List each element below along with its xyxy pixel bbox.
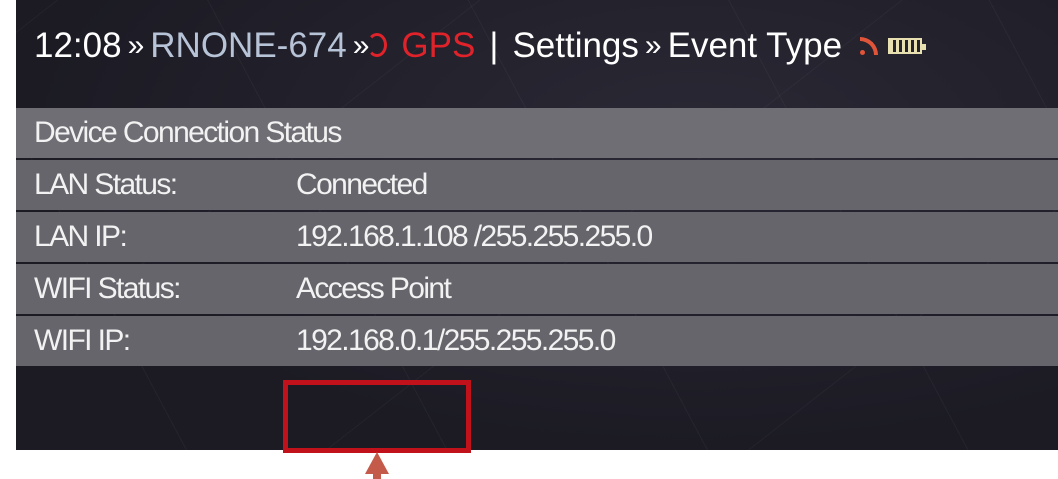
pointer-arrow-icon — [365, 452, 389, 479]
wifi-ip-highlight-box — [283, 380, 471, 453]
row-label: WIFI Status: — [34, 272, 181, 305]
device-screen: 12:08 » RNONE-674 » GPS | Settings » Eve… — [16, 0, 1058, 450]
row-label: WIFI IP: — [34, 324, 131, 357]
table-row-wifi-status: WIFI Status: Access Point — [16, 264, 1058, 314]
row-value: 192.168.1.108 /255.255.255.0 — [296, 220, 653, 253]
row-value: 192.168.0.1/255.255.255.0 — [296, 324, 616, 357]
breadcrumb-separator: » — [644, 29, 662, 62]
breadcrumb-event-type[interactable]: Event Type — [668, 26, 842, 66]
breadcrumb-settings[interactable]: Settings — [512, 26, 638, 66]
breadcrumb-separator: » — [127, 29, 145, 62]
gps-icon — [367, 33, 391, 59]
row-value: Connected — [296, 168, 428, 201]
row-label: LAN IP: — [34, 220, 128, 253]
table-row-wifi-ip: WIFI IP: 192.168.0.1/255.255.255.0 — [16, 316, 1058, 366]
device-name[interactable]: RNONE-674 — [150, 26, 346, 66]
header-divider: | — [489, 26, 499, 65]
signal-icon — [860, 37, 879, 55]
table-row-lan-ip: LAN IP: 192.168.1.108 /255.255.255.0 — [16, 212, 1058, 262]
battery-icon — [888, 38, 927, 54]
gps-status: GPS — [401, 26, 476, 65]
status-bar: 12:08 » RNONE-674 » GPS | Settings » Eve… — [16, 0, 1058, 92]
table-title: Device Connection Status — [34, 116, 342, 149]
row-label: LAN Status: — [34, 168, 178, 201]
table-row-lan-status: LAN Status: Connected — [16, 160, 1058, 210]
clock-time: 12:08 — [34, 26, 122, 65]
table-title-row: Device Connection Status — [16, 108, 1058, 158]
connection-status-table: Device Connection Status LAN Status: Con… — [16, 108, 1058, 368]
row-value: Access Point — [296, 272, 452, 305]
